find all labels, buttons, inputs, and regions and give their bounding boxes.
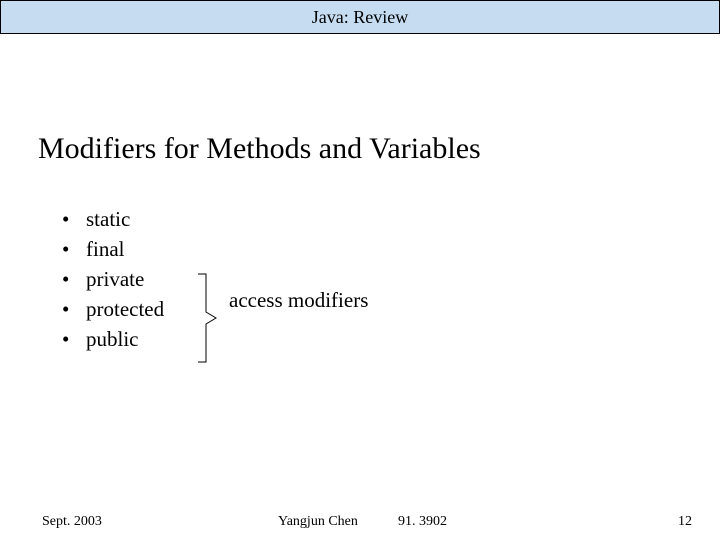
footer-author: Yangjun Chen: [278, 514, 358, 530]
list-item-label: protected: [86, 294, 164, 324]
list-item-label: static: [86, 204, 130, 234]
slide-title: Modifiers for Methods and Variables: [38, 132, 481, 166]
footer-date: Sept. 2003: [42, 514, 102, 530]
list-item-label: final: [86, 234, 124, 264]
bullet-icon: •: [62, 204, 86, 234]
list-item-label: public: [86, 324, 139, 354]
header-title: Java: Review: [312, 7, 408, 28]
list-item-label: private: [86, 264, 144, 294]
list-item: • private: [62, 264, 164, 294]
slide-footer: Sept. 2003 Yangjun Chen 91. 3902 12: [0, 504, 720, 540]
annotation-label: access modifiers: [229, 288, 368, 313]
list-item: • static: [62, 204, 164, 234]
footer-course: 91. 3902: [398, 514, 447, 530]
bullet-icon: •: [62, 234, 86, 264]
bullet-icon: •: [62, 264, 86, 294]
list-item: • protected: [62, 294, 164, 324]
footer-page-number: 12: [678, 514, 692, 530]
slide-body: Modifiers for Methods and Variables • st…: [0, 34, 720, 540]
bracket-icon: [196, 272, 220, 364]
slide-header: Java: Review: [0, 0, 720, 34]
bullet-icon: •: [62, 324, 86, 354]
bullet-icon: •: [62, 294, 86, 324]
modifier-list: • static • final • private • protected •…: [62, 204, 164, 354]
list-item: • final: [62, 234, 164, 264]
list-item: • public: [62, 324, 164, 354]
